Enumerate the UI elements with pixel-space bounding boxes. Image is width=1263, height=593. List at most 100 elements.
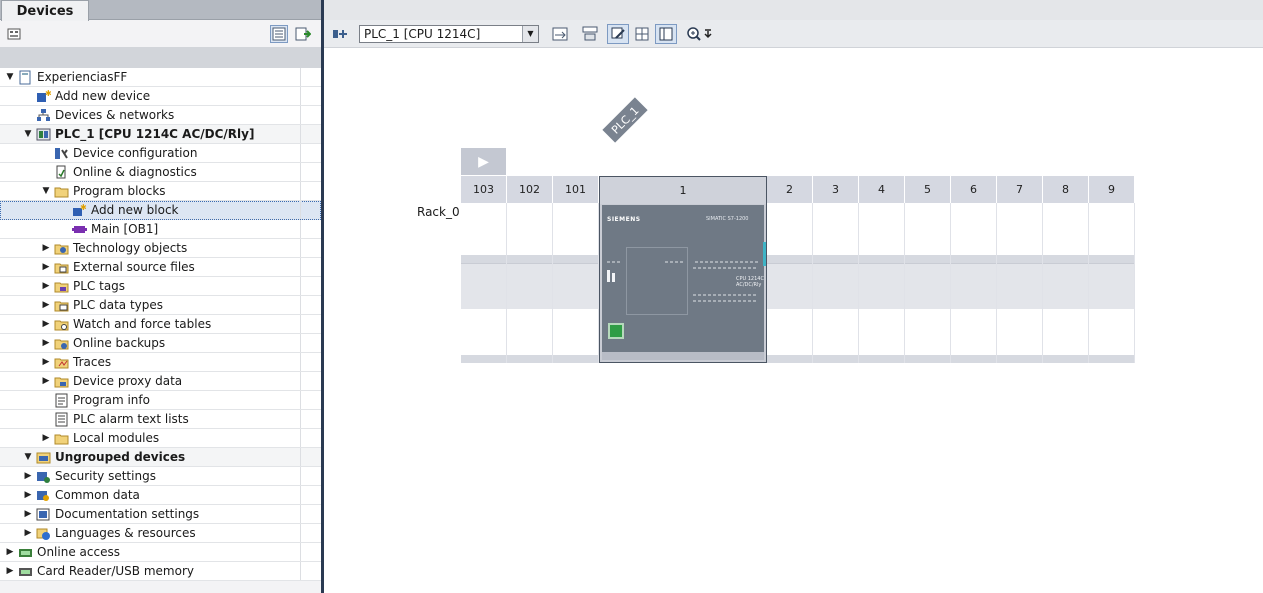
tree-item-label: Common data — [55, 488, 140, 502]
slot-header-7[interactable]: 7 — [997, 176, 1043, 203]
zoom-dropdown-icon[interactable] — [701, 24, 715, 44]
tree-item[interactable]: ▶ PLC tags — [0, 277, 321, 296]
device-select[interactable]: PLC_1 [CPU 1214C] ▼ — [359, 25, 539, 43]
chevron-right-icon[interactable]: ▶ — [4, 546, 16, 558]
show-names-icon[interactable] — [579, 24, 601, 44]
rack-slot[interactable] — [813, 203, 859, 363]
tree-item[interactable]: ▶ Watch and force tables — [0, 315, 321, 334]
tree-item[interactable]: ▶ External source files — [0, 258, 321, 277]
tree-item[interactable]: ▶ Online access — [0, 543, 321, 562]
tree-item[interactable]: ▼ Program blocks — [0, 182, 321, 201]
editor-tab-strip — [324, 0, 1263, 20]
tree-item[interactable]: ▶ Documentation settings — [0, 505, 321, 524]
rack-slot[interactable] — [905, 203, 951, 363]
rack-slot[interactable] — [859, 203, 905, 363]
slot-header-3[interactable]: 3 — [813, 176, 859, 203]
chevron-right-icon[interactable]: ▶ — [40, 432, 52, 444]
column-divider — [300, 448, 301, 466]
tree-item[interactable]: ▼ Ungrouped devices — [0, 448, 321, 467]
tree-item[interactable]: Devices & networks — [0, 106, 321, 125]
tree-item[interactable]: ▶ PLC data types — [0, 296, 321, 315]
rack-slot[interactable] — [767, 203, 813, 363]
column-divider — [300, 486, 301, 504]
tree-item-label: Device configuration — [73, 146, 198, 160]
chevron-right-icon[interactable]: ▶ — [40, 280, 52, 292]
show-module-labels-icon[interactable] — [607, 24, 629, 44]
chevron-right-icon[interactable]: ▶ — [40, 337, 52, 349]
tree-item[interactable]: ▶ Device proxy data — [0, 372, 321, 391]
tree-item[interactable]: ▶ Security settings — [0, 467, 321, 486]
tree-item[interactable]: ✱ Add new block — [0, 201, 321, 220]
chevron-right-icon[interactable]: ▶ — [40, 356, 52, 368]
tree-item-label: External source files — [73, 260, 195, 274]
slot-header-2[interactable]: 2 — [767, 176, 813, 203]
chevron-right-icon[interactable]: ▶ — [22, 489, 34, 501]
tree-item[interactable]: PLC alarm text lists — [0, 410, 321, 429]
tree-item[interactable]: ▶ Traces — [0, 353, 321, 372]
tree-item[interactable]: ▶ Card Reader/USB memory — [0, 562, 321, 581]
tab-devices[interactable]: Devices — [1, 0, 89, 21]
tree-item[interactable]: Program info — [0, 391, 321, 410]
network-icon — [36, 108, 51, 123]
rack-slot[interactable] — [553, 203, 599, 363]
slot-header-103[interactable]: 103 — [461, 176, 507, 203]
rack-slot[interactable] — [997, 203, 1043, 363]
column-divider — [300, 125, 301, 143]
network-view-icon[interactable] — [329, 24, 351, 44]
tree-item[interactable]: ▼ PLC_1 [CPU 1214C AC/DC/Rly] — [0, 125, 321, 144]
cpu-module[interactable]: 1 SIEMENS SIMATIC S7-1200 CPU 1214C AC/D… — [599, 176, 767, 363]
ethernet-port-icon[interactable] — [608, 323, 624, 339]
tree-item[interactable]: Device configuration — [0, 144, 321, 163]
cpu-module-body[interactable]: SIEMENS SIMATIC S7-1200 CPU 1214C AC/DC/… — [602, 205, 766, 352]
column-divider — [300, 144, 301, 162]
tree-item[interactable]: ▶ Technology objects — [0, 239, 321, 258]
rack-slot[interactable] — [507, 203, 553, 363]
tree-item[interactable]: Main [OB1] — [0, 220, 321, 239]
backup-icon — [54, 336, 69, 351]
rack-slot[interactable] — [951, 203, 997, 363]
chevron-right-icon[interactable]: ▶ — [40, 299, 52, 311]
chevron-right-icon[interactable]: ▶ — [4, 565, 16, 577]
device-overview-icon[interactable] — [655, 24, 677, 44]
chevron-right-icon[interactable]: ▶ — [40, 375, 52, 387]
chevron-right-icon[interactable]: ▶ — [22, 527, 34, 539]
slot-header-101[interactable]: 101 — [553, 176, 599, 203]
plc-name-tag[interactable]: PLC_1 — [602, 97, 648, 143]
chevron-right-icon[interactable]: ▶ — [22, 508, 34, 520]
column-divider — [300, 429, 301, 447]
device-view-canvas[interactable]: PLC_1 ▶ Rack_0 1 SIEMENS SIMATIC S7-1200… — [324, 48, 1263, 593]
rack-slot[interactable] — [461, 203, 507, 363]
slot-header-8[interactable]: 8 — [1043, 176, 1089, 203]
tree-item[interactable]: ▶ Common data — [0, 486, 321, 505]
tree-item[interactable]: ✱ Add new device — [0, 87, 321, 106]
chevron-down-icon[interactable]: ▼ — [40, 185, 52, 197]
chevron-right-icon[interactable]: ▶ — [40, 242, 52, 254]
chevron-down-icon[interactable]: ▼ — [4, 71, 16, 83]
project-view-icon[interactable] — [5, 25, 23, 43]
slot-header-4[interactable]: 4 — [859, 176, 905, 203]
tree-item[interactable]: ▶ Languages & resources — [0, 524, 321, 543]
chevron-right-icon[interactable]: ▶ — [22, 470, 34, 482]
alarm-list-icon — [54, 412, 69, 427]
expand-rack-button[interactable]: ▶ — [461, 148, 506, 175]
chevron-down-icon[interactable]: ▼ — [22, 451, 34, 463]
rack-slot[interactable] — [1043, 203, 1089, 363]
details-view-icon[interactable] — [270, 25, 288, 43]
split-view-icon[interactable] — [294, 25, 312, 43]
page-break-icon[interactable] — [631, 24, 653, 44]
tree-item[interactable]: ▶ Online backups — [0, 334, 321, 353]
tree-item[interactable]: ▶ Local modules — [0, 429, 321, 448]
cpu-model-line2: AC/DC/Rly — [736, 282, 762, 288]
chevron-right-icon[interactable]: ▶ — [40, 318, 52, 330]
tree-item[interactable]: Online & diagnostics — [0, 163, 321, 182]
chevron-down-icon[interactable]: ▼ — [22, 128, 34, 140]
slot-header-6[interactable]: 6 — [951, 176, 997, 203]
device-data-icon[interactable] — [549, 24, 571, 44]
tree-item[interactable]: ▼ ExperienciasFF — [0, 68, 321, 87]
slot-header-9[interactable]: 9 — [1089, 176, 1135, 203]
slot-header-5[interactable]: 5 — [905, 176, 951, 203]
slot-header-102[interactable]: 102 — [507, 176, 553, 203]
chevron-down-icon[interactable]: ▼ — [522, 26, 538, 42]
rack-slot[interactable] — [1089, 203, 1135, 363]
chevron-right-icon[interactable]: ▶ — [40, 261, 52, 273]
